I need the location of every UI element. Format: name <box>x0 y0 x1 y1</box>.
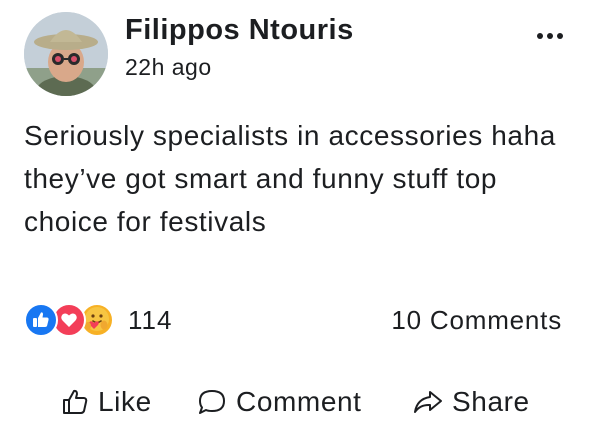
reaction-count: 114 <box>128 304 173 335</box>
more-dot <box>547 33 553 39</box>
post-timestamp[interactable]: 22h ago <box>125 54 212 81</box>
share-button[interactable]: Share <box>412 380 530 424</box>
post-card: Filippos Ntouris 22h ago Seriously speci… <box>0 0 592 444</box>
comment-label: Comment <box>236 386 362 417</box>
share-label: Share <box>452 386 530 417</box>
comment-bubble-icon <box>199 390 225 414</box>
more-dot <box>557 33 563 39</box>
share-arrow-icon <box>414 391 442 413</box>
like-label: Like <box>98 386 152 417</box>
like-button[interactable]: Like <box>60 380 152 424</box>
comments-count-link[interactable]: 10 Comments <box>391 305 562 336</box>
more-options-button[interactable] <box>530 24 570 48</box>
more-horizontal-icon <box>537 33 543 39</box>
post-text: Seriously specialists in accessories hah… <box>24 120 556 237</box>
like-reaction-icon <box>24 303 58 337</box>
post-actions-bar: Like Comment Share <box>0 380 592 424</box>
reactions-summary[interactable]: 114 <box>24 302 214 338</box>
avatar[interactable] <box>24 12 108 96</box>
comment-button[interactable]: Comment <box>196 380 362 424</box>
thumbs-up-icon <box>63 389 88 414</box>
author-name[interactable]: Filippos Ntouris <box>125 14 354 47</box>
